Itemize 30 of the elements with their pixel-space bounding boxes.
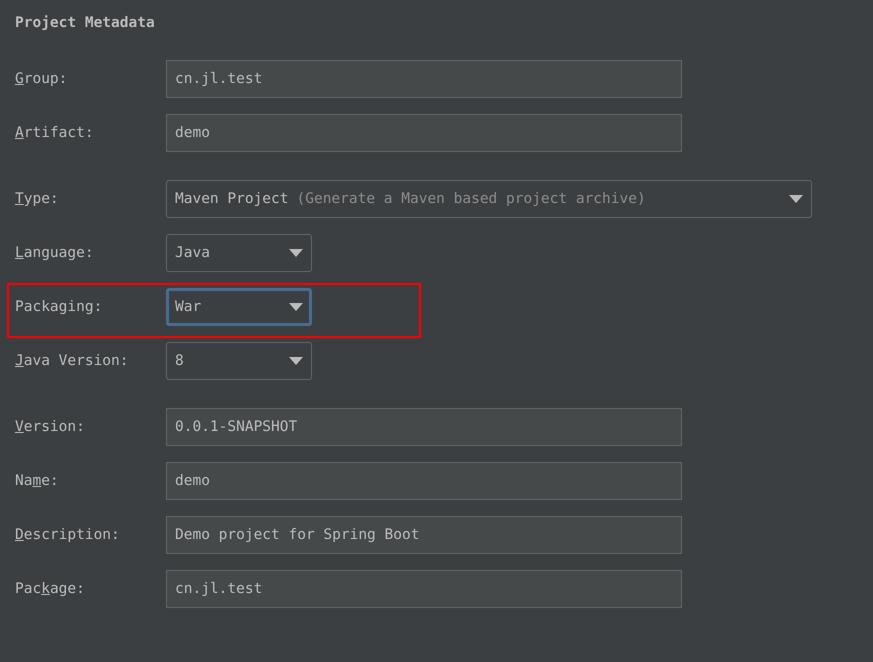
field-label: Version: <box>15 419 86 435</box>
dropdown-value: Maven Project <box>175 191 288 207</box>
text-field[interactable]: Demo project for Spring Boot <box>166 516 682 554</box>
dropdown-arrow-icon <box>789 195 803 203</box>
dropdown-value: Java <box>175 245 210 261</box>
field-label: Type: <box>15 191 60 207</box>
dropdown-value: War <box>175 299 202 315</box>
text-field[interactable]: 0.0.1-SNAPSHOT <box>166 408 682 446</box>
dropdown-arrow-icon <box>289 249 303 257</box>
text-field[interactable]: demo <box>166 114 682 152</box>
dropdown-arrow-icon <box>289 303 303 311</box>
field-label: Description: <box>15 527 121 543</box>
field-label: Name: <box>15 473 60 489</box>
field-label: Artifact: <box>15 125 95 141</box>
field-label: G roup: <box>15 71 68 87</box>
text-field[interactable]: cn.jl.test <box>166 570 682 608</box>
dropdown-arrow-icon <box>289 357 303 365</box>
dropdown[interactable]: Java <box>166 234 312 272</box>
field-label: Package: <box>15 581 86 597</box>
dropdown[interactable]: 8 <box>166 342 312 380</box>
dropdown[interactable]: Maven Project (Generate a Maven based project archive) <box>166 180 812 218</box>
field-label: Packaging: <box>15 299 104 315</box>
section-title: Project Metadata <box>15 14 156 33</box>
field-label: Java Version: <box>15 353 130 369</box>
dropdown-hint: (Generate a Maven based project archive) <box>296 191 646 207</box>
dropdown-value: 8 <box>175 353 184 369</box>
field-label: Language: <box>15 245 95 261</box>
dropdown[interactable]: War <box>166 288 312 326</box>
text-field[interactable]: demo <box>166 462 682 500</box>
text-field[interactable]: cn.jl.test <box>166 60 682 98</box>
